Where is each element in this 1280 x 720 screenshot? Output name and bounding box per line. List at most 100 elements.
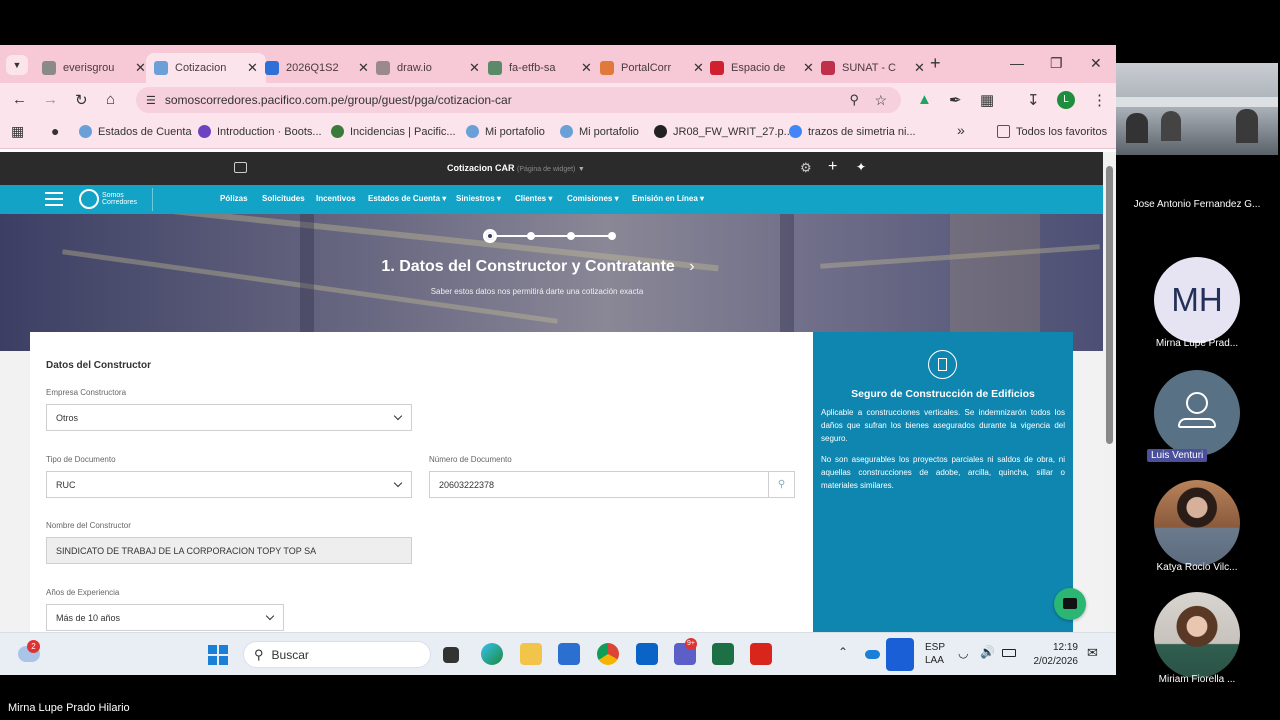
bookmark-item[interactable]: Introduction · Boots... bbox=[198, 125, 322, 138]
nav-item[interactable]: Estados de Cuenta ▾ bbox=[368, 194, 446, 203]
browser-tab[interactable]: Cotizacion ✕ bbox=[146, 53, 266, 83]
forward-icon[interactable]: → bbox=[43, 91, 58, 108]
acrobat-icon[interactable] bbox=[750, 643, 772, 665]
onedrive-icon[interactable] bbox=[865, 650, 880, 659]
minimize-icon[interactable]: — bbox=[1010, 55, 1024, 71]
hero-subtitle: Saber estos datos nos permitirá darte un… bbox=[430, 287, 644, 296]
scrollbar-thumb[interactable] bbox=[1106, 166, 1113, 444]
widget-caret-icon[interactable]: ▼ bbox=[578, 166, 585, 173]
tab-close-icon[interactable]: ✕ bbox=[469, 60, 480, 76]
bookmark-item[interactable]: Incidencias | Pacific... bbox=[331, 125, 456, 138]
settings-gear-icon[interactable]: ⚙ bbox=[800, 160, 812, 176]
profile-avatar[interactable]: L bbox=[1057, 91, 1075, 109]
tipo-doc-value: RUC bbox=[56, 479, 76, 490]
nav-item[interactable]: Emisión en Línea ▾ bbox=[632, 194, 704, 203]
tab-close-icon[interactable]: ✕ bbox=[135, 60, 146, 76]
bookmark-star-icon[interactable]: ☆ bbox=[874, 92, 887, 109]
nav-item[interactable]: Incentivos bbox=[316, 194, 356, 203]
reload-icon[interactable]: ↻ bbox=[75, 91, 88, 109]
nav-item[interactable]: Comisiones ▾ bbox=[567, 194, 619, 203]
tab-search-dropdown-icon[interactable]: ▼ bbox=[6, 55, 28, 75]
empresa-select[interactable]: Otros bbox=[46, 404, 412, 431]
home-icon[interactable]: ⌂ bbox=[106, 91, 115, 108]
all-favorites[interactable]: Todos los favoritos bbox=[997, 125, 1107, 138]
menu-kebab-icon[interactable]: ⋮ bbox=[1092, 91, 1107, 109]
globe-icon[interactable]: ● bbox=[51, 123, 59, 139]
num-doc-input[interactable]: 20603222378 ⚲ bbox=[429, 471, 795, 498]
nav-item[interactable]: Clientes ▾ bbox=[515, 194, 552, 203]
browser-tab[interactable]: PortalCorr ✕ bbox=[592, 53, 712, 83]
excel-icon[interactable] bbox=[712, 643, 734, 665]
drive-icon[interactable]: ▲ bbox=[917, 91, 932, 108]
page-scrollbar[interactable] bbox=[1103, 152, 1116, 632]
nav-item[interactable]: Solicitudes bbox=[262, 194, 305, 203]
browser-tab[interactable]: Espacio de ✕ bbox=[702, 53, 822, 83]
browser-tab[interactable]: fa-etfb-sa ✕ bbox=[480, 53, 600, 83]
sidebar-toggle-icon[interactable] bbox=[234, 162, 247, 173]
chrome-icon[interactable] bbox=[597, 643, 619, 665]
tab-close-icon[interactable]: ✕ bbox=[914, 60, 925, 76]
start-windows-icon[interactable] bbox=[208, 645, 228, 665]
site-info-icon[interactable]: ☰ bbox=[146, 94, 156, 107]
wifi-icon[interactable]: ◡ bbox=[958, 646, 968, 660]
edge-icon[interactable] bbox=[481, 643, 503, 665]
address-bar[interactable]: ☰ somoscorredores.pacifico.com.pe/group/… bbox=[136, 87, 901, 113]
apps-grid-icon[interactable]: ▦ bbox=[11, 123, 24, 140]
bookmarks-bar: ▦ ● Estados de Cuenta Introduction · Boot… bbox=[0, 117, 1116, 149]
browser-tab[interactable]: draw.io ✕ bbox=[368, 53, 488, 83]
search-doc-button[interactable]: ⚲ bbox=[768, 472, 794, 497]
bookmark-item[interactable]: JR08_FW_WRIT_27.p... bbox=[654, 125, 793, 138]
restore-icon[interactable]: ❐ bbox=[1050, 55, 1063, 72]
add-icon[interactable]: + bbox=[828, 158, 837, 176]
bookmark-item[interactable]: trazos de simetria ni... bbox=[789, 125, 916, 138]
anios-select[interactable]: Más de 10 años bbox=[46, 604, 284, 631]
new-tab-icon[interactable]: + bbox=[930, 53, 941, 74]
bookmark-favicon-icon bbox=[466, 125, 479, 138]
participant-avatar-lv[interactable] bbox=[1154, 370, 1240, 456]
next-step-chevron-icon[interactable]: › bbox=[689, 258, 694, 275]
taskbar-search[interactable]: ⚲ Buscar bbox=[243, 641, 431, 668]
chat-button[interactable] bbox=[1054, 588, 1086, 620]
outlook-icon[interactable] bbox=[636, 643, 658, 665]
notification-bell-icon[interactable]: ✉ bbox=[1087, 645, 1098, 661]
file-explorer-icon[interactable] bbox=[520, 643, 542, 665]
browser-tab[interactable]: everisgrou ✕ bbox=[34, 53, 154, 83]
nav-item[interactable]: Siniestros ▾ bbox=[456, 194, 501, 203]
chevron-down-icon bbox=[265, 611, 275, 621]
battery-icon[interactable] bbox=[1002, 649, 1016, 657]
bookmarks-more-icon[interactable]: » bbox=[957, 122, 965, 138]
back-icon[interactable]: ← bbox=[12, 91, 27, 108]
tipo-doc-select[interactable]: RUC bbox=[46, 471, 412, 498]
compass-icon[interactable]: ✦ bbox=[856, 160, 866, 174]
nav-item[interactable]: Pólizas bbox=[220, 194, 248, 203]
browser-tab[interactable]: SUNAT - C ✕ bbox=[813, 53, 933, 83]
download-icon[interactable]: ↧ bbox=[1027, 91, 1040, 109]
participant-avatar-mh[interactable]: MH bbox=[1154, 257, 1240, 343]
zoom-icon[interactable]: ⚲ bbox=[849, 92, 859, 108]
constructor-form-card: Datos del Constructor Empresa Constructo… bbox=[30, 332, 813, 632]
empresa-label: Empresa Constructora bbox=[46, 388, 127, 397]
tab-close-icon[interactable]: ✕ bbox=[581, 60, 592, 76]
browser-tab[interactable]: 2026Q1S2 ✕ bbox=[257, 53, 377, 83]
close-window-icon[interactable]: ✕ bbox=[1090, 55, 1102, 72]
extensions-icon[interactable]: ▦ bbox=[980, 91, 994, 109]
clock[interactable]: 12:19 2/02/2026 bbox=[1028, 641, 1079, 669]
bookmark-item[interactable]: Mi portafolio bbox=[466, 125, 545, 138]
tray-chevron-icon[interactable]: ⌃ bbox=[838, 645, 848, 659]
participant-photo-mf[interactable] bbox=[1154, 592, 1240, 678]
bookmark-item[interactable]: Mi portafolio bbox=[560, 125, 639, 138]
language-indicator[interactable]: ESP LAA bbox=[925, 641, 945, 667]
brand-logo[interactable]: Somos Corredores bbox=[79, 189, 137, 209]
store-icon[interactable] bbox=[558, 643, 580, 665]
participant-video-thumbnail[interactable] bbox=[1116, 63, 1278, 155]
participant-photo-kr[interactable] bbox=[1154, 480, 1240, 566]
eyedropper-icon[interactable]: ✒ bbox=[949, 91, 962, 109]
mic-active-icon[interactable] bbox=[886, 638, 914, 671]
volume-icon[interactable]: 🔊 bbox=[980, 645, 995, 659]
tab-title: Espacio de bbox=[731, 62, 786, 74]
step-dot bbox=[526, 232, 535, 240]
bookmark-favicon-icon bbox=[560, 125, 573, 138]
bookmark-item[interactable]: Estados de Cuenta bbox=[79, 125, 192, 138]
hamburger-menu-icon[interactable] bbox=[45, 192, 63, 206]
task-view-icon[interactable] bbox=[443, 647, 459, 663]
